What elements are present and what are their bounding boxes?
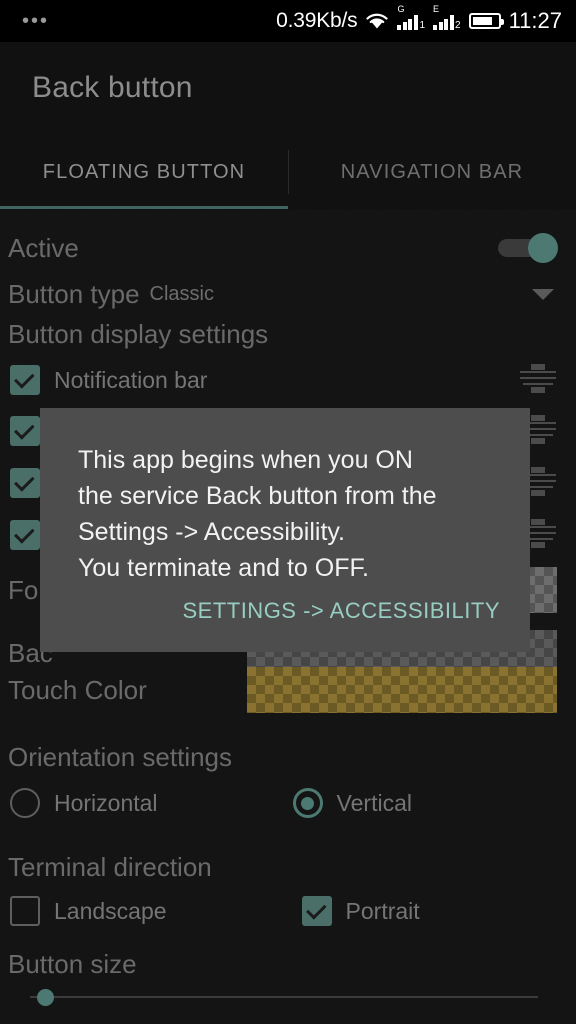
slider-track — [30, 996, 538, 998]
network-speed-text: 0.39Kb/s — [276, 9, 358, 32]
tab-indicator — [0, 206, 288, 209]
checkbox-notification-bar-label: Notification bar — [54, 366, 208, 393]
slider-knob[interactable] — [37, 989, 54, 1006]
checkbox-landscape-label: Landscape — [54, 897, 167, 924]
row-terminal-header: Terminal direction — [0, 845, 576, 889]
touch-color-swatch[interactable] — [247, 667, 557, 713]
checkbox-portrait[interactable] — [301, 896, 332, 926]
app-bar: Back button — [0, 42, 576, 134]
active-label: Active — [8, 232, 79, 263]
button-type-value: Classic — [149, 282, 214, 305]
chevron-down-icon[interactable] — [532, 288, 554, 300]
status-bar: ••• 0.39Kb/s G 1 E 2 11:27 — [0, 0, 576, 42]
wifi-icon — [365, 12, 389, 30]
row-button-size-slider[interactable] — [0, 982, 576, 1012]
row-touch-color[interactable]: Touch Color — [0, 665, 576, 715]
terminal-header: Terminal direction — [8, 851, 212, 882]
tab-floating-button[interactable]: FLOATING BUTTON — [0, 134, 288, 210]
row-transparency: Transparency — [0, 1016, 576, 1024]
row-display-settings-header: Button display settings — [0, 312, 576, 356]
row-orientation-header: Orientation settings — [0, 735, 576, 779]
signal-sim2-icon: E 2 — [433, 3, 461, 31]
radio-horizontal[interactable] — [10, 788, 40, 818]
checkbox-display-option-3[interactable] — [10, 468, 40, 498]
status-bar-right: 0.39Kb/s G 1 E 2 11:27 — [276, 3, 562, 34]
button-size-slider[interactable] — [30, 982, 538, 1012]
row-active[interactable]: Active — [0, 226, 576, 270]
toggle-thumb — [528, 233, 558, 263]
active-toggle[interactable] — [498, 233, 558, 263]
checkbox-landscape[interactable] — [10, 896, 40, 926]
dialog-settings-accessibility-button[interactable]: SETTINGS -> ACCESSIBILITY — [182, 598, 500, 624]
list-options-icon-1[interactable] — [518, 363, 558, 397]
tab-navigation-bar[interactable]: NAVIGATION BAR — [288, 134, 576, 210]
radio-vertical[interactable] — [292, 788, 323, 818]
phone-screen: ••• 0.39Kb/s G 1 E 2 11:27 Back button F… — [0, 0, 576, 1024]
row-button-type[interactable]: Button type Classic — [0, 272, 576, 316]
checkbox-portrait-label: Portrait — [345, 897, 420, 924]
radio-horizontal-label: Horizontal — [54, 789, 158, 816]
page-title: Back button — [32, 71, 193, 104]
accessibility-dialog: This app begins when you ON the service … — [40, 408, 530, 652]
battery-icon — [468, 13, 504, 29]
row-orientation-options[interactable]: Horizontal Vertical — [0, 780, 576, 826]
row-notification-bar[interactable]: Notification bar — [0, 357, 576, 403]
checkbox-display-option-2[interactable] — [10, 416, 40, 446]
orientation-header: Orientation settings — [8, 741, 233, 772]
display-settings-header: Button display settings — [8, 318, 269, 349]
checkbox-display-option-4[interactable] — [10, 520, 40, 550]
tab-bar: FLOATING BUTTON NAVIGATION BAR — [0, 134, 576, 210]
tab-navigation-bar-label: NAVIGATION BAR — [340, 160, 524, 183]
button-size-label: Button size — [8, 948, 137, 979]
row-button-size: Button size — [0, 942, 576, 986]
overflow-dots-icon: ••• — [22, 10, 50, 32]
radio-vertical-label: Vertical — [336, 789, 412, 816]
signal-sim1-icon: G 1 — [397, 3, 426, 31]
clock-text: 11:27 — [508, 8, 562, 33]
button-type-label: Button type — [8, 278, 140, 309]
touch-color-label: Touch Color — [8, 674, 147, 705]
tab-floating-button-label: FLOATING BUTTON — [42, 160, 246, 183]
checkbox-notification-bar[interactable] — [10, 365, 40, 395]
dialog-message: This app begins when you ON the service … — [78, 446, 437, 582]
row-terminal-options[interactable]: Landscape Portrait — [0, 888, 576, 934]
